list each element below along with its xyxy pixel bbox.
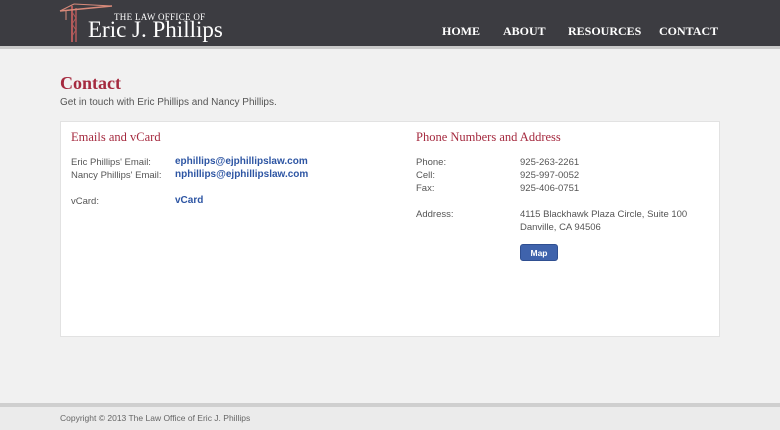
nav-contact[interactable]: CONTACT [659, 24, 718, 39]
fax-value: 925-406-0751 [520, 183, 580, 194]
page-subtitle: Get in touch with Eric Phillips and Nanc… [60, 97, 277, 108]
vcard-link[interactable]: vCard [175, 195, 203, 206]
address-line2: Danville, CA 94506 [520, 222, 601, 233]
phones-section-title: Phone Numbers and Address [416, 130, 561, 144]
address-label: Address: [416, 209, 454, 220]
contact-card: Emails and vCard Eric Phillips' Email: e… [60, 121, 720, 337]
site-header: THE LAW OFFICE OF Eric J. Phillips HOME … [0, 0, 780, 46]
eric-email-link[interactable]: ephillips@ejphillipslaw.com [175, 156, 308, 167]
phone-value: 925-263-2261 [520, 157, 580, 168]
site-footer: Copyright © 2013 The Law Office of Eric … [0, 407, 780, 430]
nav-home[interactable]: HOME [442, 24, 480, 39]
vcard-label: vCard: [71, 196, 99, 207]
phone-label: Phone: [416, 157, 447, 168]
nav-about[interactable]: ABOUT [503, 24, 546, 39]
copyright-text: Copyright © 2013 The Law Office of Eric … [60, 413, 251, 423]
address-line1: 4115 Blackhawk Plaza Circle, Suite 100 [520, 209, 688, 220]
emails-section-title: Emails and vCard [71, 130, 161, 144]
nancy-email-link[interactable]: nphillips@ejphillipslaw.com [175, 169, 308, 180]
main-nav: HOME ABOUT RESOURCES CONTACT [0, 24, 780, 40]
cell-value: 925-997-0052 [520, 170, 580, 181]
nav-resources[interactable]: RESOURCES [568, 24, 641, 39]
header-divider [0, 46, 780, 49]
page-title: Contact [60, 73, 121, 93]
nancy-email-label: Nancy Phillips' Email: [71, 170, 162, 181]
map-button[interactable]: Map [520, 244, 558, 261]
cell-label: Cell: [416, 170, 436, 181]
eric-email-label: Eric Phillips' Email: [71, 157, 151, 168]
fax-label: Fax: [416, 183, 435, 194]
